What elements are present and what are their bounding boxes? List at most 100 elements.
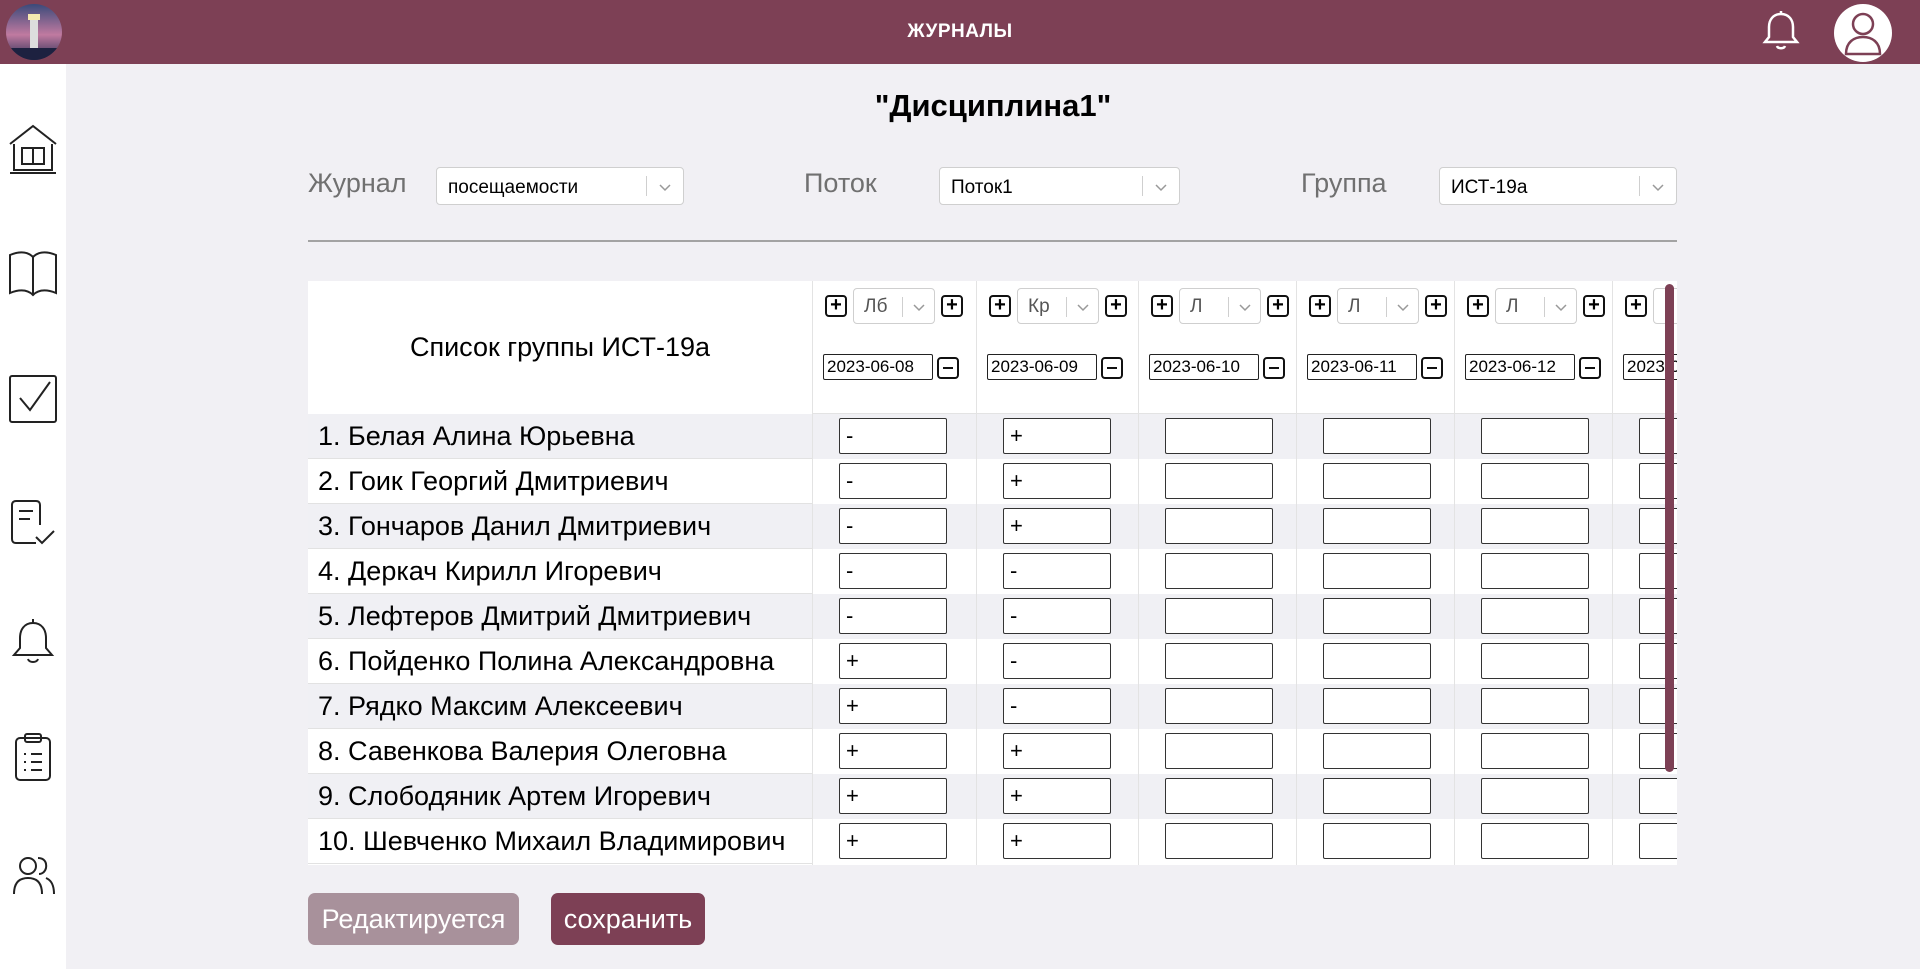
attendance-mark-input[interactable] [1481,643,1589,679]
attendance-mark-input[interactable] [1481,553,1589,589]
attendance-mark-input[interactable] [1165,733,1273,769]
lesson-date-input[interactable]: 2023-06-08 [823,354,933,380]
add-column-left-plus-icon[interactable]: + [1309,295,1331,317]
attendance-mark-input[interactable] [1165,778,1273,814]
table-scrollbar[interactable] [1665,284,1674,772]
attendance-mark-input[interactable] [1165,463,1273,499]
attendance-mark-input[interactable] [1165,508,1273,544]
home-icon[interactable] [4,116,62,182]
remove-column-minus-icon[interactable] [1579,357,1601,379]
attendance-table: Список группы ИСТ-19а 1. Белая Алина Юрь… [308,281,1677,865]
book-icon[interactable] [4,241,62,307]
attendance-mark-input[interactable]: - [1003,688,1111,724]
lighthouse-logo-icon[interactable] [6,4,62,60]
attendance-mark-input[interactable]: + [839,643,947,679]
lesson-date-input[interactable]: 2023-06-09 [987,354,1097,380]
student-name: 9. Слободяник Артем Игоревич [318,781,711,811]
attendance-mark-input[interactable] [1481,508,1589,544]
stream-select[interactable]: Поток1 [939,167,1180,205]
attendance-mark-input[interactable] [1481,823,1589,859]
add-column-left-plus-icon[interactable]: + [1625,295,1647,317]
notifications-bell-icon[interactable] [1758,8,1804,54]
attendance-mark-input[interactable]: - [1003,643,1111,679]
attendance-mark-input[interactable]: + [1003,778,1111,814]
remove-column-minus-icon[interactable] [937,357,959,379]
attendance-mark-input[interactable]: - [1003,553,1111,589]
lesson-type-select[interactable]: Кр [1017,288,1099,324]
attendance-mark-input[interactable] [1165,688,1273,724]
attendance-mark-input[interactable]: - [839,553,947,589]
attendance-mark-input[interactable] [1323,778,1431,814]
lesson-type-controls: + Л + [1467,287,1615,324]
add-column-left-plus-icon[interactable]: + [1151,295,1173,317]
journal-select[interactable]: посещаемости [436,167,684,205]
attendance-mark-input[interactable]: + [1003,463,1111,499]
user-avatar-icon[interactable] [1834,4,1892,62]
attendance-mark-input[interactable] [1323,643,1431,679]
attendance-mark-input[interactable]: + [1003,733,1111,769]
add-column-left-plus-icon[interactable]: + [989,295,1011,317]
attendance-mark-input[interactable] [1481,778,1589,814]
add-column-right-plus-icon[interactable]: + [941,295,963,317]
attendance-mark-input[interactable]: - [839,508,947,544]
attendance-mark-input[interactable] [1481,598,1589,634]
attendance-mark-input[interactable] [1481,688,1589,724]
attendance-mark-input[interactable]: - [839,598,947,634]
lesson-date-input[interactable]: 2023-06-11 [1307,354,1417,380]
attendance-mark-input[interactable]: - [839,463,947,499]
attendance-mark-input[interactable] [1481,733,1589,769]
attendance-mark-input[interactable]: + [839,778,947,814]
attendance-mark-input[interactable]: + [1003,418,1111,454]
attendance-mark-input[interactable] [1323,418,1431,454]
attendance-mark-input[interactable] [1481,463,1589,499]
group-select[interactable]: ИСТ-19а [1439,167,1677,205]
attendance-mark-input[interactable]: - [1003,598,1111,634]
remove-column-minus-icon[interactable] [1101,357,1123,379]
attendance-mark-input[interactable] [1481,418,1589,454]
attendance-mark-input[interactable] [1165,553,1273,589]
attendance-mark-input[interactable]: + [1003,508,1111,544]
attendance-mark-input[interactable]: + [839,823,947,859]
attendance-mark-input[interactable] [1639,823,1677,859]
attendance-mark-input[interactable]: + [839,688,947,724]
add-column-left-plus-icon[interactable]: + [825,295,847,317]
chevron-down-icon [1397,304,1409,312]
clipboard-list-icon[interactable] [4,724,62,790]
add-column-right-plus-icon[interactable]: + [1583,295,1605,317]
lesson-date-input[interactable]: 2023-06-10 [1149,354,1259,380]
editing-status-button[interactable]: Редактируется [308,893,519,945]
attendance-mark-input[interactable] [1639,778,1677,814]
attendance-mark-input[interactable] [1323,688,1431,724]
lesson-type-select[interactable]: Л [1495,288,1577,324]
attendance-mark-input[interactable] [1165,598,1273,634]
add-column-left-plus-icon[interactable]: + [1467,295,1489,317]
lesson-date-input[interactable]: 2023-06-12 [1465,354,1575,380]
lesson-type-controls: + Л + [1151,287,1299,324]
lesson-type-select[interactable]: Лб [853,288,935,324]
attendance-mark-input[interactable]: + [839,733,947,769]
attendance-mark-input[interactable] [1323,463,1431,499]
bell-icon[interactable] [4,609,62,675]
lesson-type-select[interactable]: Л [1337,288,1419,324]
attendance-mark-input[interactable] [1323,823,1431,859]
document-check-icon[interactable] [4,489,62,555]
remove-column-minus-icon[interactable] [1263,357,1285,379]
attendance-mark-input[interactable] [1165,418,1273,454]
select-separator [1228,297,1229,317]
add-column-right-plus-icon[interactable]: + [1105,295,1127,317]
lesson-type-select[interactable]: Л [1179,288,1261,324]
save-button[interactable]: сохранить [551,893,705,945]
attendance-mark-input[interactable] [1323,508,1431,544]
remove-column-minus-icon[interactable] [1421,357,1443,379]
attendance-mark-input[interactable] [1323,598,1431,634]
checkbox-icon[interactable] [4,366,62,432]
add-column-right-plus-icon[interactable]: + [1425,295,1447,317]
users-icon[interactable] [4,842,62,908]
attendance-mark-input[interactable] [1165,823,1273,859]
add-column-right-plus-icon[interactable]: + [1267,295,1289,317]
attendance-mark-input[interactable]: + [1003,823,1111,859]
attendance-mark-input[interactable] [1323,733,1431,769]
attendance-mark-input[interactable] [1323,553,1431,589]
attendance-mark-input[interactable]: - [839,418,947,454]
attendance-mark-input[interactable] [1165,643,1273,679]
